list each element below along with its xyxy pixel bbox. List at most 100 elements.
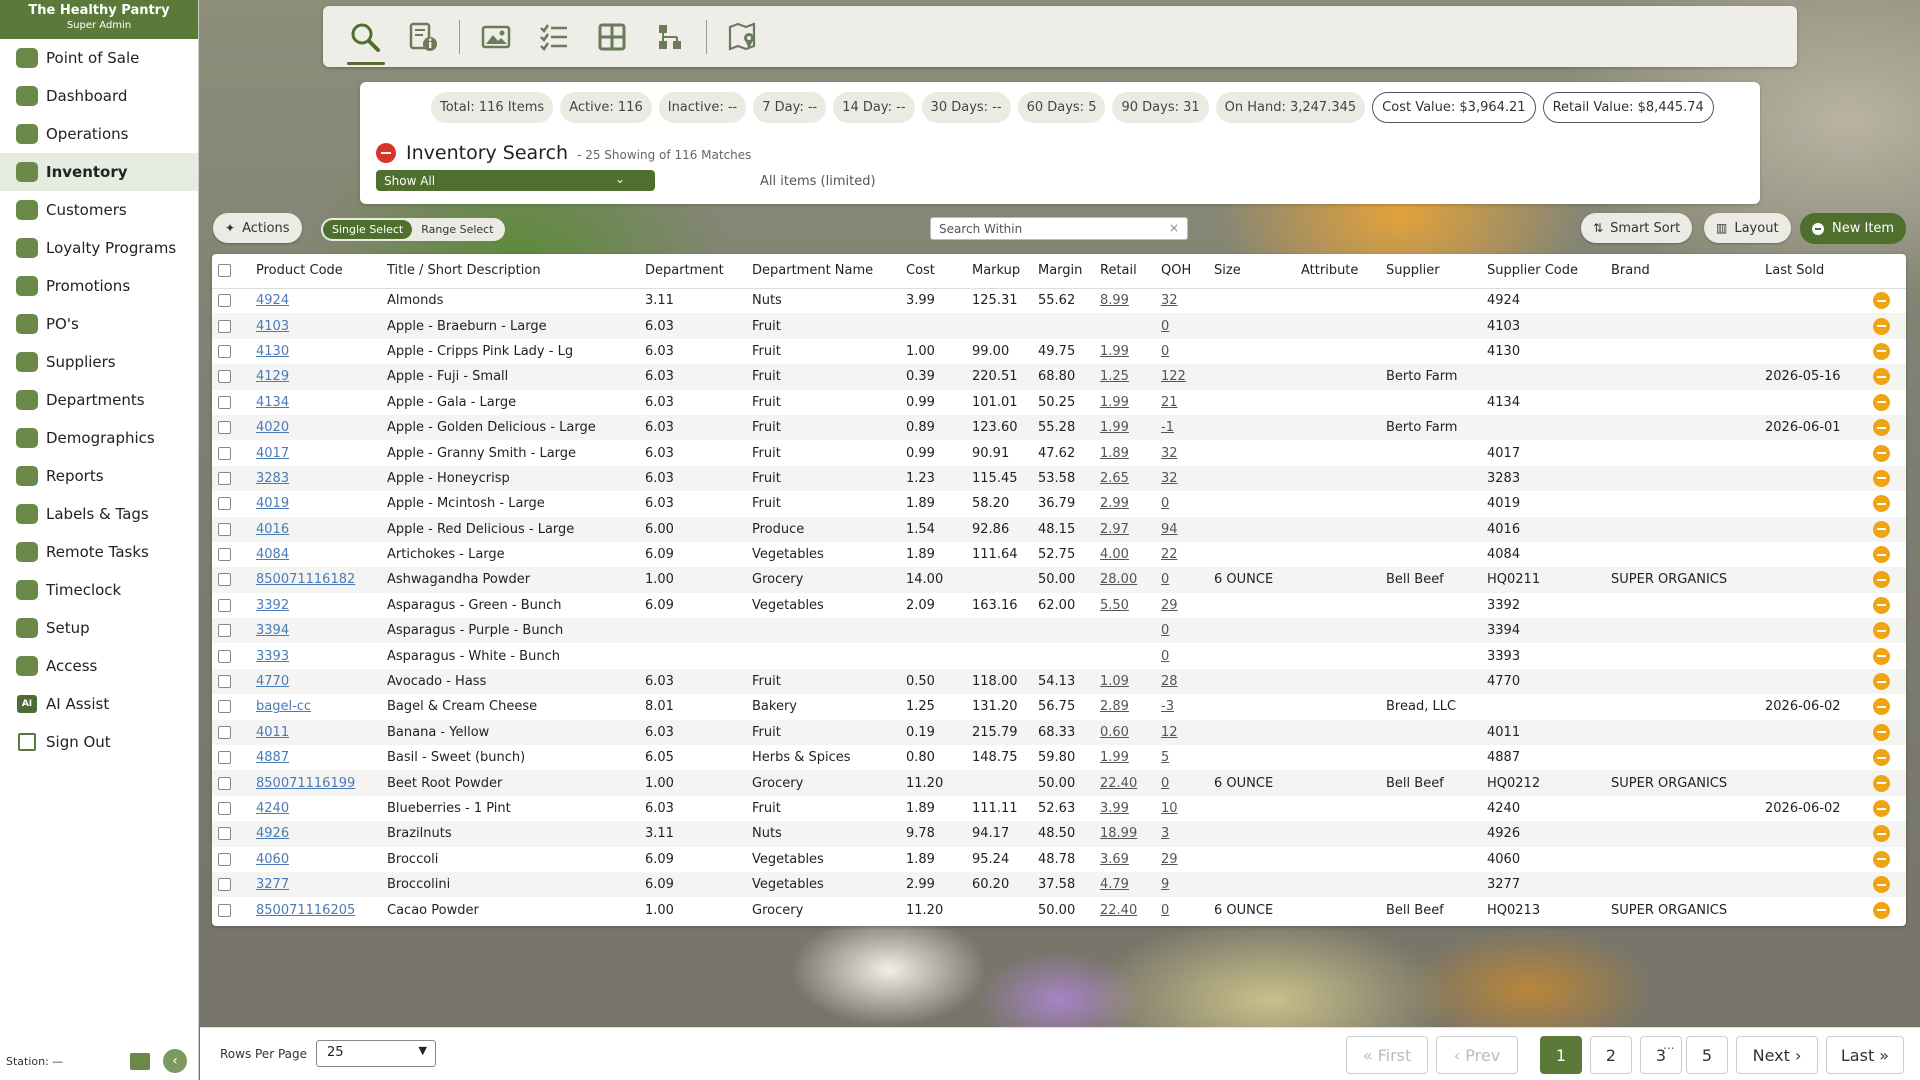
product-code-link[interactable]: 3283 [250,466,381,491]
sidebar-item-access[interactable]: Access [0,647,198,685]
filter-select[interactable]: Show All ⌄ [376,170,655,191]
column-header[interactable]: Department Name [746,254,900,289]
remove-row-icon[interactable] [1873,876,1890,894]
retail-link[interactable]: 1.89 [1094,440,1155,465]
row-checkbox[interactable] [218,573,231,587]
row-checkbox[interactable] [218,675,231,689]
remove-row-icon[interactable] [1873,520,1890,538]
product-code-link[interactable]: 850071116182 [250,567,381,592]
retail-link[interactable]: 28.00 [1094,567,1155,592]
qoh-link[interactable]: 0 [1155,313,1208,338]
retail-link[interactable]: 8.99 [1094,288,1155,313]
remove-row-icon[interactable] [1873,850,1890,868]
select-all-checkbox[interactable] [218,264,231,278]
table-row[interactable]: 4020 Apple - Golden Delicious - Large 6.03… [212,414,1906,441]
column-header[interactable]: Cost [900,254,966,289]
product-code-link[interactable]: 850071116205 [250,897,381,922]
column-header[interactable]: Product Code [250,254,381,289]
actions-button[interactable]: ✦ Actions [213,213,302,243]
product-code-link[interactable]: 850071116199 [250,770,381,795]
qoh-link[interactable]: 22 [1155,542,1208,567]
remove-row-icon[interactable] [1873,571,1890,589]
product-code-link[interactable]: 4887 [250,745,381,770]
row-checkbox[interactable] [218,624,231,638]
product-code-link[interactable]: 4084 [250,542,381,567]
remove-row-icon[interactable] [1873,825,1890,843]
qoh-link[interactable]: 0 [1155,567,1208,592]
column-header[interactable]: Supplier Code [1481,254,1605,289]
row-checkbox[interactable] [218,370,231,384]
clear-search-icon[interactable] [376,143,396,163]
product-code-link[interactable]: 4924 [250,288,381,313]
retail-link[interactable]: 1.09 [1094,669,1155,694]
sidebar-item-remote-tasks[interactable]: Remote Tasks [0,533,198,571]
sidebar-item-dashboard[interactable]: Dashboard [0,77,198,115]
column-header[interactable]: Markup [966,254,1032,289]
table-row[interactable]: 4887 Basil - Sweet (bunch) 6.05 Herbs & Spi… [212,745,1906,770]
table-row[interactable]: 4926 Brazilnuts 3.11 Nuts 9.78 94.17 48.50 18.9… [212,821,1906,847]
table-row[interactable]: 4770 Avocado - Hass 6.03 Fruit 0.50 118.00 54.… [212,668,1906,695]
qoh-link[interactable]: 0 [1155,897,1208,922]
row-checkbox[interactable] [218,598,231,612]
qoh-link[interactable]: 29 [1155,847,1208,872]
qoh-link[interactable]: 0 [1155,618,1208,643]
row-checkbox[interactable] [218,395,231,409]
retail-link[interactable]: 0.60 [1094,720,1155,745]
product-code-link[interactable]: bagel-cc [250,694,381,719]
qoh-link[interactable]: 32 [1155,440,1208,465]
table-row[interactable]: 4103 Apple - Braeburn - Large 6.03 Fruit 0 41… [212,313,1906,339]
row-checkbox[interactable] [218,294,231,308]
product-code-link[interactable]: 4019 [250,491,381,516]
remove-row-icon[interactable] [1873,749,1890,767]
product-code-link[interactable]: 4011 [250,720,381,745]
retail-link[interactable]: 1.99 [1094,415,1155,440]
table-row[interactable]: 4240 Blueberries - 1 Pint 6.03 Fruit 1.89 111… [212,796,1906,821]
retail-link[interactable]: 22.40 [1094,897,1155,922]
first-page-button[interactable]: « First [1346,1036,1428,1074]
map-icon[interactable] [721,15,765,59]
row-checkbox[interactable] [218,522,231,536]
qoh-link[interactable]: -3 [1155,694,1208,719]
row-checkbox[interactable] [218,903,231,917]
row-checkbox[interactable] [218,776,231,790]
retail-link[interactable]: 3.69 [1094,847,1155,872]
search-icon[interactable] [343,15,387,65]
rows-per-page-select[interactable]: 25 ▼ [316,1040,436,1067]
table-row[interactable]: 3277 Broccolini 6.09 Vegetables 2.99 60.20 37.… [212,871,1906,898]
retail-link[interactable]: 1.25 [1094,364,1155,389]
page-2-button[interactable]: 2 [1590,1036,1632,1074]
qoh-link[interactable]: 3 [1155,821,1208,846]
table-row[interactable]: 4011 Banana - Yellow 6.03 Fruit 0.19 215.79 68… [212,719,1906,746]
product-code-link[interactable]: 4017 [250,440,381,465]
sidebar-item-loyalty-programs[interactable]: Loyalty Programs [0,229,198,267]
sidebar-item-ai-assist[interactable]: AI AI Assist [0,685,198,723]
product-code-link[interactable]: 4240 [250,796,381,821]
sidebar-item-demographics[interactable]: Demographics [0,419,198,457]
column-header[interactable]: Size [1208,254,1295,289]
next-page-button[interactable]: Next › [1736,1036,1818,1074]
product-code-link[interactable]: 4020 [250,415,381,440]
qoh-link[interactable]: 0 [1155,770,1208,795]
qoh-link[interactable]: 10 [1155,796,1208,821]
qoh-link[interactable]: -1 [1155,415,1208,440]
background-image-icon[interactable] [128,1049,152,1073]
retail-link[interactable]: 3.99 [1094,796,1155,821]
qoh-link[interactable]: 32 [1155,466,1208,491]
column-header[interactable]: Retail [1094,254,1155,289]
product-code-link[interactable]: 3394 [250,618,381,643]
product-code-link[interactable]: 4016 [250,517,381,542]
page-5-button[interactable]: 5 [1686,1036,1728,1074]
retail-link[interactable]: 2.65 [1094,466,1155,491]
row-checkbox[interactable] [218,878,231,892]
row-checkbox[interactable] [218,548,231,562]
table-row[interactable]: 4016 Apple - Red Delicious - Large 6.00 Pro… [212,516,1906,542]
remove-row-icon[interactable] [1873,622,1890,640]
page-3-button[interactable]: 3 [1640,1036,1682,1074]
remove-row-icon[interactable] [1873,901,1890,919]
column-header[interactable]: Attribute [1295,254,1380,289]
table-row[interactable]: 3283 Apple - Honeycrisp 6.03 Fruit 1.23 115.4… [212,465,1906,492]
product-code-link[interactable]: 4129 [250,364,381,389]
table-row[interactable]: 3392 Asparagus - Green - Bunch 6.09 Vegetab… [212,593,1906,618]
checklist-icon[interactable] [532,15,576,59]
retail-link[interactable]: 1.99 [1094,339,1155,364]
